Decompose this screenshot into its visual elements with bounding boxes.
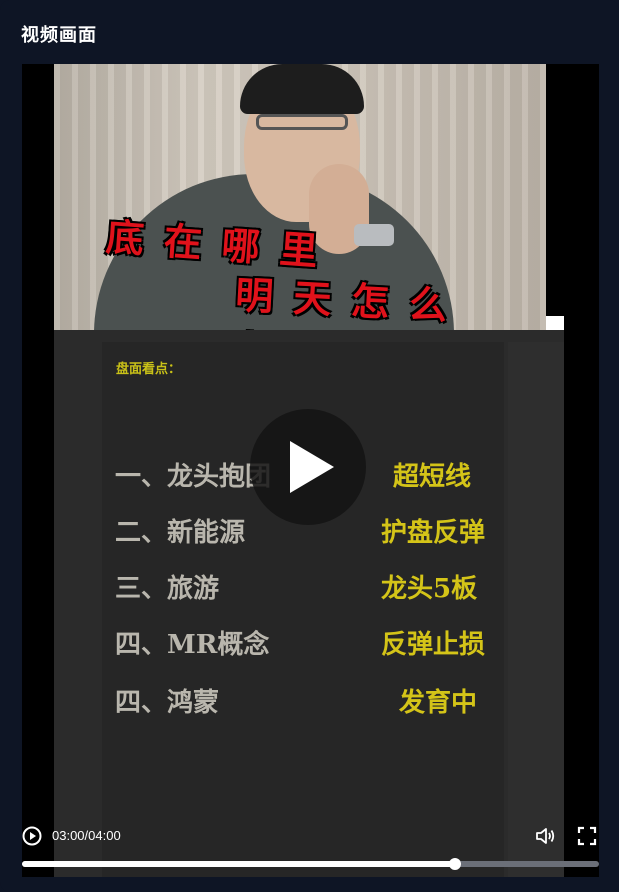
row-value: 超短线 — [393, 462, 472, 492]
panel-title: 视频画面 — [21, 25, 97, 46]
row-value: 反弹止损 — [381, 630, 486, 660]
board-title: 盘面看点： — [116, 362, 182, 377]
row-value: 发育中 — [399, 688, 478, 718]
progress-bar[interactable] — [22, 858, 599, 870]
big-play-icon[interactable] — [250, 409, 366, 525]
player-controls: 03:00/04:00 — [22, 820, 599, 877]
video-panel: 视频画面 底在哪里 明天怎么办？ 盘面看点： 一、龙头抱团 超短线 二、新能源 — [0, 0, 619, 892]
video-player[interactable]: 底在哪里 明天怎么办？ 盘面看点： 一、龙头抱团 超短线 二、新能源 护盘反弹 … — [22, 64, 599, 877]
row-label: 四、鸿蒙 — [115, 688, 220, 718]
webcam-image: 底在哪里 明天怎么办？ — [54, 64, 546, 330]
row-label: 三、旅游 — [115, 574, 220, 604]
volume-icon[interactable] — [535, 826, 557, 846]
progress-knob[interactable] — [448, 858, 461, 870]
row-label: 四、MR概念 — [115, 630, 270, 660]
row-label: 二、新能源 — [115, 518, 246, 548]
row-value: 护盘反弹 — [381, 518, 486, 548]
fullscreen-icon[interactable] — [577, 826, 597, 846]
progress-fill — [22, 861, 455, 867]
row-label: 一、龙头抱团 — [115, 462, 272, 492]
row-value: 龙头5板 — [381, 574, 478, 604]
time-display: 03:00/04:00 — [52, 828, 121, 843]
play-icon[interactable] — [22, 826, 42, 846]
